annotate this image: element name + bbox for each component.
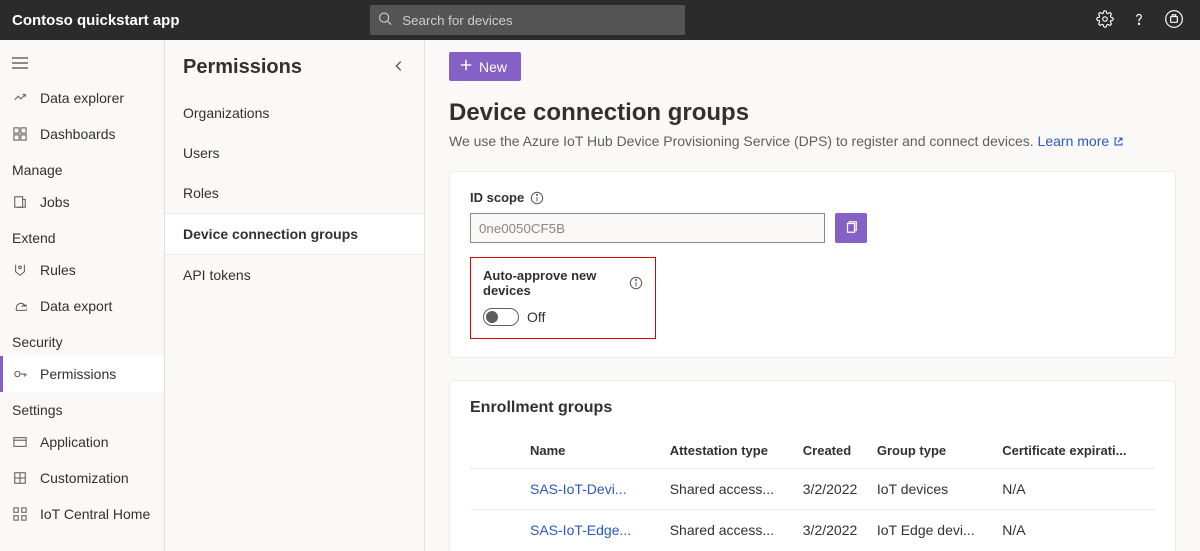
auto-approve-toggle[interactable] — [483, 308, 519, 326]
sidebar-item-label: Data export — [40, 298, 112, 314]
help-icon[interactable] — [1130, 10, 1148, 31]
topbar-actions — [1096, 9, 1188, 32]
sidebar-item-permissions[interactable]: Permissions — [0, 356, 164, 392]
id-scope-input[interactable] — [470, 213, 825, 243]
row-att: Shared access... — [666, 469, 799, 510]
col-group-type[interactable]: Group type — [873, 433, 998, 469]
secondary-sidebar: Permissions Organizations Users Roles De… — [165, 40, 425, 551]
page-title: Device connection groups — [449, 99, 1176, 127]
search-input[interactable] — [370, 5, 685, 35]
data-export-icon — [12, 299, 28, 313]
new-button[interactable]: New — [449, 52, 521, 81]
copy-icon — [844, 220, 858, 237]
row-cert: N/A — [998, 510, 1155, 551]
sidebar-section-security: Security — [0, 324, 164, 356]
auto-approve-state: Off — [527, 309, 545, 325]
rules-icon — [12, 263, 28, 277]
sidebar-item-data-export[interactable]: Data export — [0, 288, 164, 324]
enrollment-table: Name Attestation type Created Group type… — [470, 433, 1155, 550]
primary-sidebar: Data explorer Dashboards Manage Jobs Ext… — [0, 40, 165, 551]
sidebar-item-customization[interactable]: Customization — [0, 460, 164, 496]
info-icon[interactable] — [629, 276, 643, 290]
learn-more-link[interactable]: Learn more — [1038, 133, 1124, 149]
row-gtype: IoT Edge devi... — [873, 510, 998, 551]
row-name-link[interactable]: SAS-IoT-Edge... — [470, 510, 666, 551]
table-row[interactable]: SAS-IoT-Edge... Shared access... 3/2/202… — [470, 510, 1155, 551]
sidebar-item-jobs[interactable]: Jobs — [0, 184, 164, 220]
id-scope-card: ID scope Auto-approve new devices Off — [449, 171, 1176, 358]
topbar: Contoso quickstart app — [0, 0, 1200, 40]
secondary-item-organizations[interactable]: Organizations — [165, 93, 424, 133]
sidebar-item-dashboards[interactable]: Dashboards — [0, 116, 164, 152]
table-header-row: Name Attestation type Created Group type… — [470, 433, 1155, 469]
customization-icon — [12, 471, 28, 485]
id-scope-label: ID scope — [470, 190, 524, 205]
secondary-header: Permissions — [183, 56, 302, 79]
app-title: Contoso quickstart app — [12, 12, 180, 29]
table-row[interactable]: SAS-IoT-Devi... Shared access... 3/2/202… — [470, 469, 1155, 510]
data-explorer-icon — [12, 91, 28, 105]
auto-approve-label: Auto-approve new devices — [483, 268, 623, 298]
sidebar-item-application[interactable]: Application — [0, 424, 164, 460]
external-link-icon — [1113, 133, 1124, 149]
row-cert: N/A — [998, 469, 1155, 510]
collapse-icon[interactable] — [392, 59, 406, 76]
secondary-item-api-tokens[interactable]: API tokens — [165, 255, 424, 295]
row-created: 3/2/2022 — [799, 510, 873, 551]
row-att: Shared access... — [666, 510, 799, 551]
auto-approve-highlight: Auto-approve new devices Off — [470, 257, 656, 339]
sidebar-item-data-explorer[interactable]: Data explorer — [0, 80, 164, 116]
sidebar-item-label: Jobs — [40, 194, 70, 210]
search-wrap — [370, 5, 685, 35]
col-created[interactable]: Created — [799, 433, 873, 469]
col-attestation[interactable]: Attestation type — [666, 433, 799, 469]
sidebar-section-settings: Settings — [0, 392, 164, 424]
sidebar-item-rules[interactable]: Rules — [0, 252, 164, 288]
sidebar-item-label: Data explorer — [40, 90, 124, 106]
application-icon — [12, 435, 28, 449]
secondary-item-roles[interactable]: Roles — [165, 173, 424, 213]
row-name-link[interactable]: SAS-IoT-Devi... — [470, 469, 666, 510]
sidebar-item-label: Application — [40, 434, 109, 450]
info-icon[interactable] — [530, 191, 544, 205]
briefcase-icon[interactable] — [1164, 9, 1184, 32]
col-cert-exp[interactable]: Certificate expirati... — [998, 433, 1155, 469]
sidebar-item-label: Customization — [40, 470, 129, 486]
sidebar-item-label: Rules — [40, 262, 76, 278]
row-created: 3/2/2022 — [799, 469, 873, 510]
permissions-icon — [12, 367, 28, 381]
sidebar-section-extend: Extend — [0, 220, 164, 252]
main-content: New Device connection groups We use the … — [425, 40, 1200, 551]
page-subtitle: We use the Azure IoT Hub Device Provisio… — [449, 133, 1176, 149]
plus-icon — [459, 58, 473, 75]
secondary-item-device-connection-groups[interactable]: Device connection groups — [165, 213, 424, 255]
hamburger-icon[interactable] — [0, 48, 164, 80]
sidebar-item-label: Dashboards — [40, 126, 116, 142]
enrollment-card: Enrollment groups Name Attestation type … — [449, 380, 1176, 551]
dashboards-icon — [12, 127, 28, 141]
iot-home-icon — [12, 507, 28, 521]
settings-icon[interactable] — [1096, 10, 1114, 31]
jobs-icon — [12, 195, 28, 209]
secondary-item-users[interactable]: Users — [165, 133, 424, 173]
new-button-label: New — [479, 59, 507, 75]
sidebar-item-label: Permissions — [40, 366, 116, 382]
enrollment-header: Enrollment groups — [470, 399, 1155, 417]
sidebar-item-label: IoT Central Home — [40, 506, 150, 522]
col-name[interactable]: Name — [470, 433, 666, 469]
sidebar-section-manage: Manage — [0, 152, 164, 184]
row-gtype: IoT devices — [873, 469, 998, 510]
copy-button[interactable] — [835, 213, 867, 243]
sidebar-item-iot-central-home[interactable]: IoT Central Home — [0, 496, 164, 532]
